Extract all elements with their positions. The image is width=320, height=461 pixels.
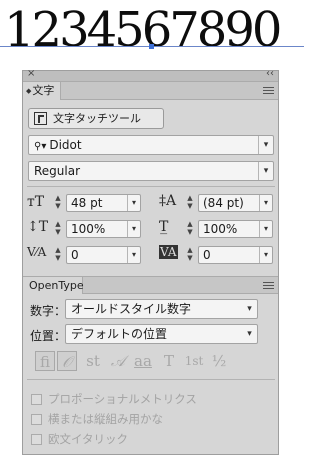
font-size-input[interactable]: 48 pt ▾ [66,194,141,212]
figure-style-label: 数字： [30,304,67,318]
divider [27,186,275,187]
horizontal-scale-input[interactable]: 100% ▾ [198,220,273,238]
fractions-button[interactable]: ½ [209,351,229,371]
proportional-metrics-option[interactable]: プロポーショナルメトリクス [31,391,197,407]
stylistic-alternates-button[interactable]: st [83,351,103,371]
chevron-down-icon[interactable]: ▾ [242,300,257,318]
roman-italics-label: 欧文イタリック [48,432,129,446]
horizontal-scale-icon: T̲ [159,219,169,235]
tracking-icon: VA [159,245,178,259]
position-value: デフォルトの位置 [71,327,168,341]
position-select[interactable]: デフォルトの位置 ▾ [65,324,258,344]
proportional-metrics-label: プロポーショナルメトリクス [48,392,197,406]
vertical-scale-value: 100% [71,222,106,236]
text-caret [149,44,154,49]
opentype-feature-buttons: fi 𝒪 st 𝒜 aa T 1st ½ [31,351,266,373]
tab-character[interactable]: ◆文字 [23,82,61,100]
figure-style-select[interactable]: オールドスタイル数字 ▾ [65,299,258,319]
leading-value: (84 pt) [203,196,244,210]
discretionary-ligatures-button[interactable]: 𝒪 [57,351,77,371]
ligatures-button[interactable]: fi [35,351,55,371]
font-search-icon: ⚲▾ [34,141,47,152]
tracking-value: 0 [203,248,211,262]
font-style-field[interactable]: Regular ▾ [28,161,274,181]
opentype-menu-icon[interactable] [263,282,274,291]
opentype-tab-row: OpenType [23,276,278,294]
kerning-input[interactable]: 0 ▾ [66,246,141,264]
sample-text: 1234567890 [4,2,282,58]
font-style-value: Regular [34,164,81,178]
titling-alternates-button[interactable]: aa [132,351,154,371]
vertical-scale-icon: ↕T [27,219,49,235]
chevron-down-icon[interactable]: ▾ [259,247,272,263]
font-size-stepper[interactable]: ▲ ▼ [53,194,63,212]
horizontal-scale-value: 100% [203,222,238,236]
font-family-field[interactable]: ⚲▾ Didot ▾ [28,135,274,155]
leading-input[interactable]: (84 pt) ▾ [198,194,273,212]
character-panel: × ‹‹ ◆文字 文字タッチツール ⚲▾ Didot ▾ Regular ▾ тT… [22,68,279,455]
panel-menu-icon[interactable] [263,87,274,96]
touch-type-icon [34,112,47,125]
tracking-stepper[interactable]: ▲ ▼ [185,246,195,264]
chevron-down-icon[interactable]: ▾ [259,221,272,237]
chevron-down-icon[interactable]: ▾ [258,162,273,180]
vertical-scale-input[interactable]: 100% ▾ [66,220,141,238]
close-icon[interactable]: × [27,68,35,79]
chevron-down-icon[interactable]: ▾ [127,221,140,237]
font-size-icon: тT [27,194,45,210]
tab-opentype[interactable]: OpenType [23,277,84,294]
tracking-input[interactable]: 0 ▾ [198,246,273,264]
ordinals-button[interactable]: 1st [182,351,206,371]
position-label: 位置： [30,329,67,343]
panel-title-bar[interactable]: × ‹‹ [23,68,278,82]
font-family-value: Didot [49,138,82,152]
touch-type-tool-label: 文字タッチツール [53,112,141,125]
chevron-down-icon[interactable]: ▾ [258,136,273,154]
panel-tab-row: ◆文字 [23,82,278,100]
divider [27,379,275,380]
swash-button[interactable]: 𝒜 [108,351,128,371]
chevron-down-icon[interactable]: ▾ [242,325,257,343]
chevron-down-icon[interactable]: ▾ [127,195,140,211]
vertical-scale-stepper[interactable]: ▲ ▼ [53,220,63,238]
checkbox[interactable] [31,394,42,405]
tab-collapse-icon[interactable]: ◆ [26,87,31,95]
leading-icon: ‡A [159,193,177,209]
chevron-down-icon[interactable]: ▾ [127,247,140,263]
contextual-alternates-button[interactable]: T [159,351,179,371]
figure-style-value: オールドスタイル数字 [71,302,192,316]
leading-stepper[interactable]: ▲ ▼ [185,194,195,212]
kana-alternates-option[interactable]: 横または縦組み用かな [31,411,163,427]
checkbox[interactable] [31,434,42,445]
horizontal-scale-stepper[interactable]: ▲ ▼ [185,220,195,238]
kerning-icon: V⁄A [27,245,47,259]
collapse-icon[interactable]: ‹‹ [266,68,274,79]
touch-type-tool-button[interactable]: 文字タッチツール [28,108,164,129]
roman-italics-option[interactable]: 欧文イタリック [31,431,128,447]
kerning-value: 0 [71,248,79,262]
kana-alternates-label: 横または縦組み用かな [48,412,163,426]
checkbox[interactable] [31,414,42,425]
chevron-down-icon[interactable]: ▾ [259,195,272,211]
font-size-value: 48 pt [71,196,103,210]
kerning-stepper[interactable]: ▲ ▼ [53,246,63,264]
tab-character-label: 文字 [32,84,55,97]
